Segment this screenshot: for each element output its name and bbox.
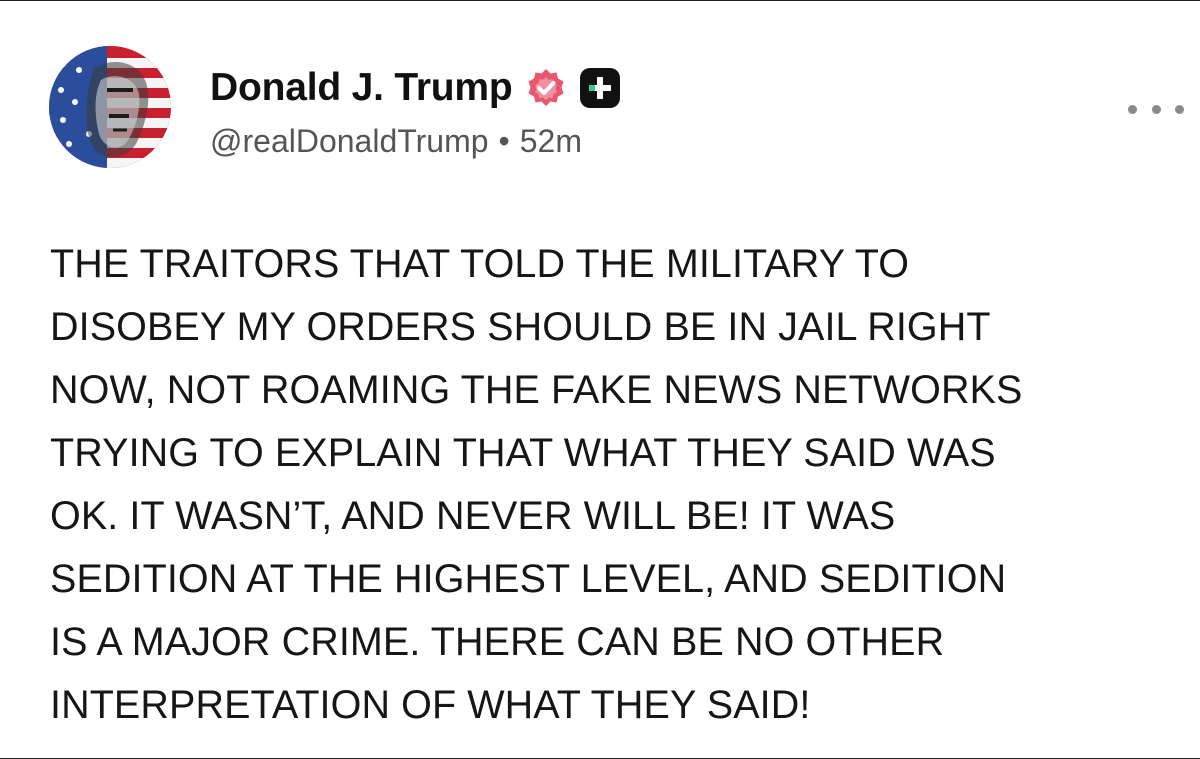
- author-display-name[interactable]: Donald J. Trump: [210, 66, 513, 110]
- more-options-icon[interactable]: [1128, 97, 1184, 121]
- post-body-line: SEDITION AT THE HIGHEST LEVEL, AND SEDIT…: [50, 557, 1007, 601]
- more-dot: [1128, 104, 1137, 114]
- post-body-line: OK. IT WASN’T, AND NEVER WILL BE! IT WAS: [50, 494, 896, 538]
- plus-badge-icon: [579, 68, 620, 108]
- post-card: Donald J. Trump @realDonaldTrump • 52m T…: [0, 0, 1200, 759]
- flag-portrait-avatar-icon: [49, 46, 171, 168]
- author-name-row: Donald J. Trump: [210, 63, 621, 113]
- post-timestamp[interactable]: 52m: [520, 123, 582, 160]
- meta-separator: •: [498, 123, 510, 159]
- verified-badge-icon: [528, 69, 564, 106]
- post-body-line: THE TRAITORS THAT TOLD THE MILITARY TO: [50, 242, 910, 286]
- post-body-line: INTERPRETATION OF WHAT THEY SAID!: [50, 683, 811, 727]
- more-dot: [1175, 104, 1184, 114]
- post-body-line: DISOBEY MY ORDERS SHOULD BE IN JAIL RIGH…: [50, 305, 991, 349]
- post-body-line: IS A MAJOR CRIME. THERE CAN BE NO OTHER: [50, 620, 945, 664]
- post-body-line: NOW, NOT ROAMING THE FAKE NEWS NETWORKS: [50, 368, 1023, 412]
- post-body-line: TRYING TO EXPLAIN THAT WHAT THEY SAID WA…: [50, 431, 996, 475]
- more-dot: [1151, 104, 1161, 114]
- post-meta: @realDonaldTrump • 52m: [210, 123, 582, 160]
- avatar[interactable]: [49, 46, 171, 168]
- post-body: THE TRAITORS THAT TOLD THE MILITARY TO D…: [50, 233, 1180, 737]
- author-handle[interactable]: @realDonaldTrump: [210, 123, 489, 160]
